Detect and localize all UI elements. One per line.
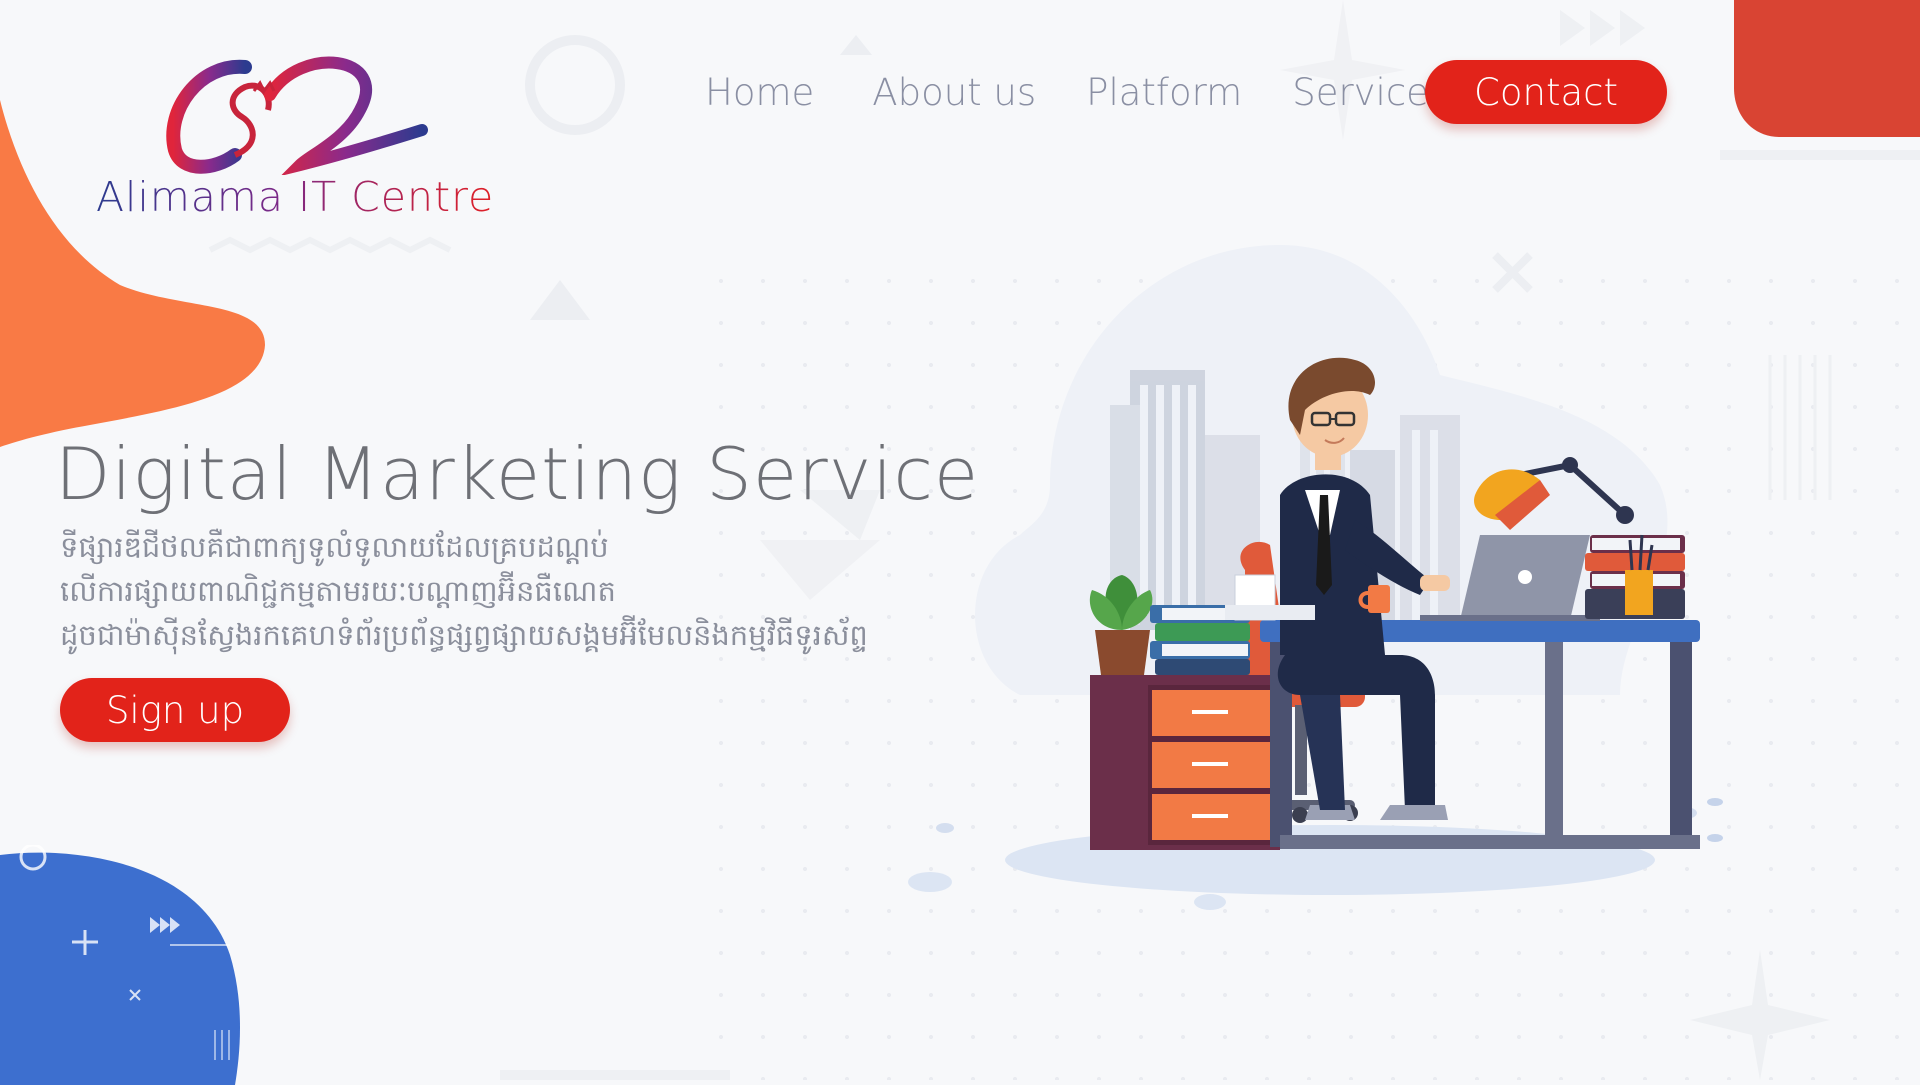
brand-logo[interactable]: Alimama IT Centre — [90, 55, 493, 230]
nav-home[interactable]: Home — [705, 71, 814, 114]
deco-triangle — [530, 280, 590, 320]
contact-button[interactable]: Contact — [1425, 60, 1667, 124]
hero-illustration — [908, 245, 1723, 910]
deco-lines — [1768, 355, 1832, 500]
deco-triangle — [840, 35, 872, 55]
hero-subtitle: ទីផ្សារឌីជីថលគឺជាពាក្យទូលំទូលាយដែលគ្របដណ… — [60, 525, 940, 657]
deco-ring — [525, 35, 625, 135]
hero-title: Digital Marketing Service — [55, 432, 980, 516]
nav-platform[interactable]: Platform — [1086, 71, 1242, 114]
logo-wordmark: Alimama IT Centre — [96, 173, 495, 221]
logo-mark-icon — [166, 56, 428, 175]
blue-blob-shape — [0, 845, 240, 1085]
deco-arrows — [1560, 10, 1645, 46]
hero-subtitle-line: ទីផ្សារឌីជីថលគឺជាពាក្យទូលំទូលាយដែលគ្របដណ… — [60, 530, 609, 564]
deco-sparkle — [1690, 950, 1830, 1080]
nav-about-us[interactable]: About us — [872, 71, 1036, 114]
main-nav: Home About us Platform Services — [700, 60, 1498, 124]
drawer-cabinet-icon — [1090, 675, 1280, 850]
red-corner-shape — [1734, 0, 1920, 137]
hero-subtitle-line: លើការផ្សាយពាណិជ្ជកម្មតាមរយៈបណ្តាញអ៊ីនធឺណ… — [60, 574, 616, 608]
hero-subtitle-line: ដូចជាម៉ាស៊ីនស្វែងរកគេហទំព័រប្រព័ន្ធផ្សព្… — [60, 618, 868, 652]
deco-bar — [1720, 150, 1920, 160]
signup-button[interactable]: Sign up — [60, 678, 290, 742]
deco-bar — [500, 1070, 730, 1080]
